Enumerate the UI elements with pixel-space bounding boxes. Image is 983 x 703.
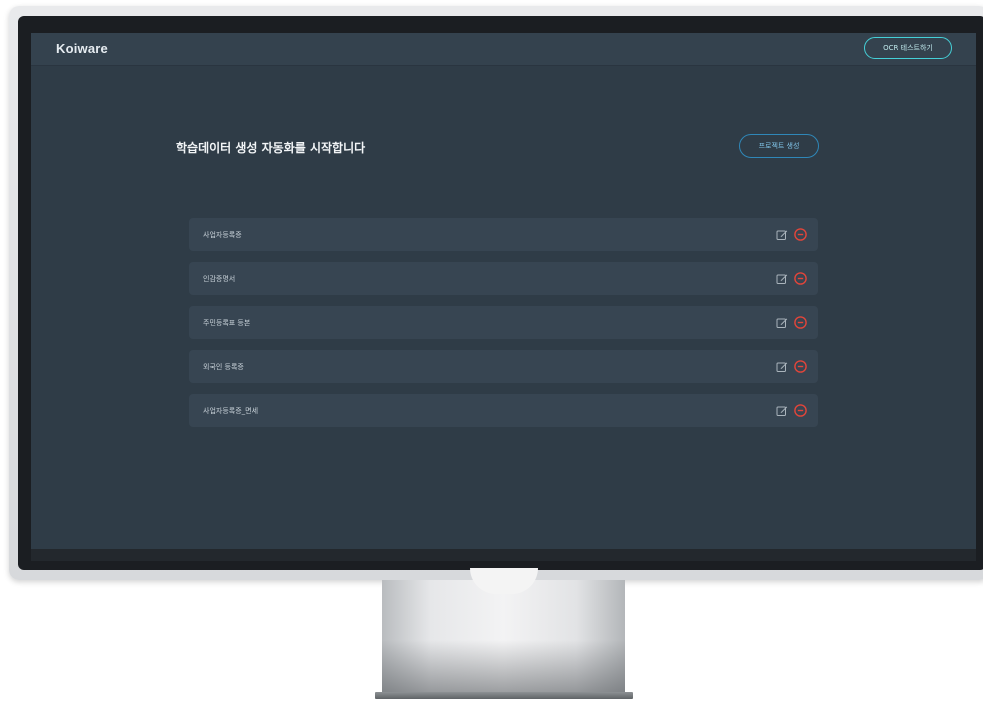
list-item-label: 사업자등록증	[203, 231, 242, 239]
list-item-label: 사업자등록증_면세	[203, 407, 259, 415]
list-item[interactable]: 외국인 등록증	[189, 350, 818, 383]
edit-icon[interactable]	[776, 229, 788, 241]
app-logo[interactable]: Koiware	[56, 41, 108, 56]
minus-circle-icon[interactable]	[794, 272, 807, 285]
screen-bottom-bezel	[31, 549, 976, 561]
list-item-label: 외국인 등록증	[203, 363, 244, 371]
minus-circle-icon[interactable]	[794, 404, 807, 417]
minus-circle-icon[interactable]	[794, 360, 807, 373]
monitor-stand-shadow	[382, 640, 625, 694]
list-item[interactable]: 사업자등록증	[189, 218, 818, 251]
minus-circle-icon[interactable]	[794, 228, 807, 241]
app-screen: Koiware OCR 테스트하기 학습데이터 생성 자동화를 시작합니다 프로…	[31, 33, 976, 549]
page-title: 학습데이터 생성 자동화를 시작합니다	[176, 141, 366, 155]
list-item[interactable]: 주민등록표 등본	[189, 306, 818, 339]
list-item-label: 주민등록표 등본	[203, 319, 251, 327]
edit-icon[interactable]	[776, 405, 788, 417]
edit-icon[interactable]	[776, 361, 788, 373]
edit-icon[interactable]	[776, 273, 788, 285]
monitor-stand-base	[375, 692, 633, 699]
list-item[interactable]: 사업자등록증_면세	[189, 394, 818, 427]
ocr-test-button[interactable]: OCR 테스트하기	[864, 37, 952, 59]
create-project-button[interactable]: 프로젝트 생성	[739, 134, 819, 158]
minus-circle-icon[interactable]	[794, 316, 807, 329]
list-item[interactable]: 인감증명서	[189, 262, 818, 295]
list-item-label: 인감증명서	[203, 275, 236, 283]
project-list: 사업자등록증 인감증명서 주민등록표 등본 외국인 등록증 사업자등록증_면세	[189, 218, 818, 438]
edit-icon[interactable]	[776, 317, 788, 329]
app-header: Koiware OCR 테스트하기	[31, 33, 976, 66]
